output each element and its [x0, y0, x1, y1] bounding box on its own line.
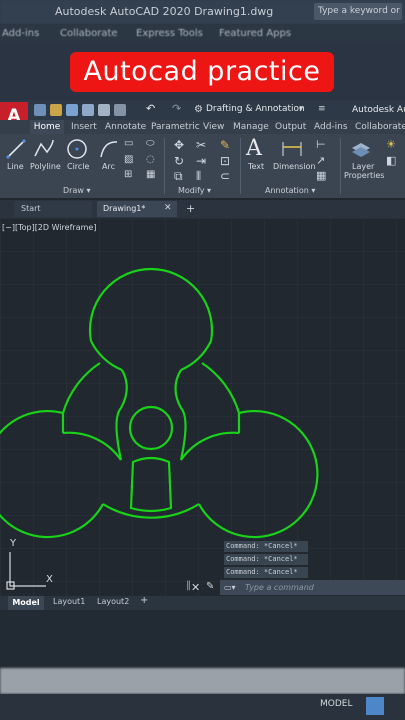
- print-icon[interactable]: [98, 104, 110, 116]
- command-history-line: Command: *Cancel*: [224, 567, 308, 578]
- bottom-area: [0, 610, 405, 670]
- trim-icon[interactable]: ✂: [196, 138, 206, 152]
- dimension-tool-icon[interactable]: [280, 138, 304, 160]
- plot-icon[interactable]: [114, 104, 126, 116]
- ellipse-icon[interactable]: ⬭: [146, 138, 155, 149]
- separator: [164, 138, 165, 194]
- linear-icon[interactable]: ⊢: [316, 138, 326, 151]
- menu-item-addins[interactable]: Add-ins: [2, 28, 39, 39]
- text-tool-icon[interactable]: A: [246, 136, 262, 161]
- tab-addins[interactable]: Add-ins: [314, 122, 348, 132]
- move-icon[interactable]: ✥: [174, 138, 184, 152]
- save-icon[interactable]: [66, 104, 78, 116]
- mirror-icon[interactable]: ⫴: [196, 169, 201, 184]
- boundary-icon[interactable]: ▦: [146, 169, 155, 180]
- line-tool-icon[interactable]: [5, 138, 27, 160]
- menu-item-collaborate[interactable]: Collaborate: [60, 28, 118, 39]
- tab-parametric[interactable]: Parametric: [151, 122, 200, 132]
- ucs-y-label: Y: [10, 538, 17, 549]
- save-as-icon[interactable]: [82, 104, 94, 116]
- more-icon[interactable]: ≡: [318, 104, 326, 114]
- separator: [240, 138, 241, 194]
- tab-output[interactable]: Output: [275, 122, 306, 132]
- arc-tool-label: Arc: [102, 162, 115, 171]
- command-prompt-icon[interactable]: ▭▾: [224, 583, 236, 592]
- tab-annotate[interactable]: Annotate: [105, 122, 146, 132]
- draw-panel-title[interactable]: Draw ▾: [63, 186, 90, 195]
- undo-icon[interactable]: ↶: [146, 102, 155, 115]
- customize-icon[interactable]: ✎: [206, 581, 214, 592]
- copy-icon[interactable]: ⧉: [174, 169, 183, 184]
- open-folder-icon[interactable]: [50, 104, 62, 116]
- grid-toggle-icon[interactable]: [366, 697, 384, 715]
- chevron-down-icon[interactable]: ▾: [299, 104, 303, 113]
- viewport-controls[interactable]: [−][Top][2D Wireframe]: [2, 223, 96, 232]
- tab-home[interactable]: Home: [30, 120, 64, 134]
- close-icon[interactable]: ✕: [164, 203, 172, 213]
- add-layout-button[interactable]: +: [140, 595, 148, 606]
- tab-model[interactable]: Model: [8, 596, 44, 610]
- array-icon[interactable]: ⊞: [124, 169, 132, 180]
- new-file-icon[interactable]: [34, 104, 46, 116]
- explode-icon[interactable]: ⊡: [220, 154, 230, 168]
- modify-panel-title[interactable]: Modify ▾: [178, 186, 211, 195]
- tab-manage[interactable]: Manage: [233, 122, 269, 132]
- command-history-line: Command: *Cancel*: [224, 541, 308, 552]
- layer-label-line1: Layer: [352, 162, 375, 171]
- tab-insert[interactable]: Insert: [71, 122, 97, 132]
- dimension-tool-label: Dimension: [273, 162, 316, 171]
- ucs-x-label: X: [46, 574, 53, 585]
- separator: [340, 138, 341, 194]
- gear-icon: ⚙: [194, 104, 203, 115]
- tab-collaborate[interactable]: Collaborate: [355, 122, 405, 132]
- blurred-region: [0, 668, 405, 694]
- app-name-label: Autodesk Auto: [352, 105, 405, 115]
- window-title: Autodesk AutoCAD 2020 Drawing1.dwg: [55, 5, 274, 18]
- menu-item-express-tools[interactable]: Express Tools: [136, 28, 203, 39]
- layer-label-line2: Properties: [344, 171, 385, 180]
- table-icon[interactable]: ▦: [316, 169, 326, 182]
- new-tab-button[interactable]: +: [186, 202, 195, 215]
- erase-icon[interactable]: ✎: [220, 138, 230, 152]
- tab-layout2[interactable]: Layout2: [97, 597, 129, 606]
- hatch-icon[interactable]: ▨: [124, 154, 133, 165]
- menu-item-featured-apps[interactable]: Featured Apps: [219, 28, 291, 39]
- tab-layout1[interactable]: Layout1: [53, 597, 85, 606]
- arc-tool-icon[interactable]: [98, 138, 120, 160]
- circle-tool-label: Circle: [67, 162, 90, 171]
- text-tool-label: Text: [248, 162, 265, 171]
- command-input[interactable]: Type a command: [220, 580, 405, 595]
- polyline-tool-icon[interactable]: [33, 138, 55, 160]
- lightbulb-icon[interactable]: ☀: [386, 138, 396, 151]
- layer-properties-icon[interactable]: [350, 138, 372, 158]
- search-input[interactable]: Type a keyword or phrase: [314, 3, 402, 20]
- extend-icon[interactable]: ⇥: [196, 154, 206, 168]
- tab-view[interactable]: View: [203, 122, 224, 132]
- grid: [0, 218, 405, 596]
- line-tool-label: Line: [7, 162, 24, 171]
- redo-icon[interactable]: ↷: [172, 102, 181, 115]
- leader-icon[interactable]: ↗: [316, 154, 325, 167]
- model-space-toggle[interactable]: MODEL: [320, 699, 352, 709]
- model-space[interactable]: [0, 218, 405, 596]
- polyline-tool-label: Polyline: [30, 162, 61, 171]
- workspace-switcher[interactable]: Drafting & Annotation: [206, 104, 305, 114]
- offset-icon[interactable]: ⊂: [220, 169, 230, 183]
- layer-state-icon[interactable]: ◧: [386, 154, 396, 167]
- command-history-line: Command: *Cancel*: [224, 554, 308, 565]
- close-icon[interactable]: ✕: [191, 581, 200, 594]
- rectangle-icon[interactable]: ▭: [124, 138, 133, 149]
- circle-tool-icon[interactable]: [66, 138, 88, 160]
- region-icon[interactable]: ◌: [146, 154, 155, 165]
- rotate-icon[interactable]: ↻: [174, 154, 184, 168]
- tab-start[interactable]: Start: [14, 201, 92, 217]
- annotation-panel-title[interactable]: Annotation ▾: [265, 186, 315, 195]
- title-banner: Autocad practice: [70, 52, 334, 92]
